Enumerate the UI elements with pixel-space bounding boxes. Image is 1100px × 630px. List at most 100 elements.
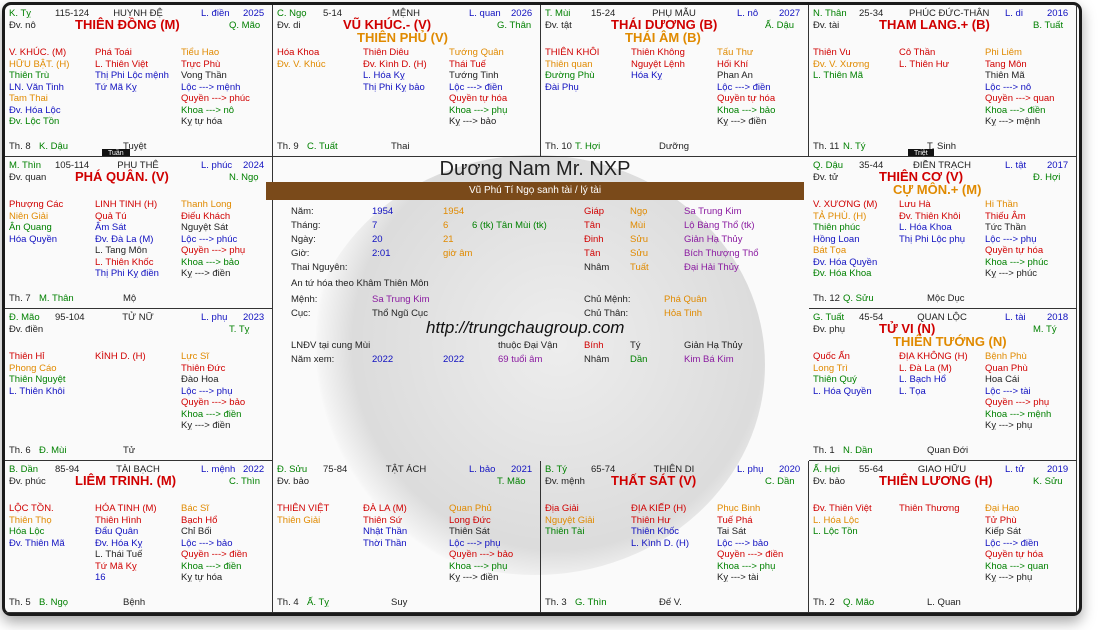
info-dv-can: Bính: [584, 340, 604, 351]
star-item: Kỵ tự hóa: [181, 572, 223, 583]
star-item: Hoa Cái: [985, 374, 1020, 385]
star-item: Đài Phụ: [545, 81, 579, 93]
star-item: Lộc ---> tài: [985, 385, 1031, 397]
star-item: Quyền ---> quan: [985, 93, 1055, 104]
palace-stage: Suy: [391, 597, 408, 608]
info-cell: Tháng:: [291, 220, 321, 231]
info-cell: Sa Trung Kim: [684, 206, 742, 217]
star-item: Lộc ---> điền: [985, 537, 1039, 549]
star-item: Lộc ---> phụ: [985, 233, 1037, 245]
palace-year-label: L. phúc: [201, 160, 233, 171]
star-item: Tiểu Hao: [181, 47, 220, 58]
star-item: Khoa ---> điền: [181, 408, 242, 420]
star-item: L. Hóa Lộc: [813, 514, 859, 526]
palace-dv2: Ấ. Dậu: [765, 20, 795, 31]
star-item: Kỵ ---> điền: [449, 572, 499, 583]
star-item: Nhật Thần: [363, 526, 408, 537]
palace-year: 2018: [1047, 312, 1069, 323]
star-item: Tướng Tinh: [449, 70, 499, 81]
info-cell: Bích Thượng Thổ: [684, 248, 759, 259]
palace-year-label: L. tử: [1005, 464, 1025, 475]
star-item: L. Thái Tuế: [95, 549, 143, 560]
star-item: Phượng Các: [9, 199, 64, 210]
palace-dv2: G. Thân: [497, 20, 532, 31]
star-item: Khoa ---> quan: [985, 560, 1049, 572]
star-item: Kỵ tự hóa: [181, 116, 223, 127]
info-cell: 21: [443, 234, 454, 245]
star-item: Thị Phi Kỵ bảo: [363, 81, 425, 93]
star-item: Quyền ---> phụ: [181, 245, 246, 256]
palace-dv: Đv. bảo: [277, 476, 310, 487]
star-item: Lộc ---> bảo: [717, 537, 769, 549]
palace-year: 2016: [1047, 8, 1069, 19]
info-cell: Sửu: [630, 248, 648, 259]
palace-foot-branch: Q. Sửu: [843, 293, 874, 304]
star-item: Đẩu Quân: [95, 526, 139, 537]
star-item: Thiên Nguyệt: [9, 374, 66, 385]
star-item: V. XƯƠNG (M): [813, 199, 878, 210]
palace-stage: Quan Đới: [927, 445, 969, 456]
star-item: Hồng Loan: [813, 233, 860, 245]
info-cuc: Thổ Ngũ Cục: [372, 308, 428, 319]
info-nx-can: Nhâm: [584, 354, 610, 365]
palace-name: TỬ NỮ: [122, 312, 154, 323]
star-item: LỘC TỒN.: [9, 503, 54, 514]
star-item: Thiên Thọ: [9, 514, 52, 526]
star-item: Quyền tự hóa: [449, 93, 508, 104]
star-item: Quyền tự hóa: [717, 93, 776, 104]
star-item: Lộc ---> nô: [985, 81, 1032, 93]
star-item: KÌNH D. (H): [95, 351, 146, 362]
chart-title: Dương Nam Mr. NXP: [439, 158, 631, 180]
palace-dv: Đv. phúc: [9, 476, 46, 487]
info-thai: Thai Nguyên:: [291, 262, 348, 273]
star-item: Thiên Không: [631, 47, 685, 58]
palace-thin: M. Thìn 105-114 PHU THÊ L. phúc 2024 Đv. quan…: [5, 157, 273, 309]
palace-year-label: L. mệnh: [201, 464, 236, 475]
palace-branch: B. Tý: [545, 464, 567, 475]
palace-suu: Đ. Sửu 75-84 TẬT ÁCH L. bảo 2021 Đv. bảo T. Mã…: [273, 461, 541, 613]
chart-subtitle-band: Vũ Phú Tí Ngọ sanh tài / lý tài: [266, 182, 804, 200]
info-thai-chi: Tuất: [630, 262, 649, 273]
info-cell: Sửu: [630, 234, 648, 245]
palace-stage: Mộc Dục: [927, 293, 965, 304]
star-item: Thị Phi Kỵ điền: [95, 268, 159, 279]
main-star: THIÊN LƯƠNG (H): [879, 473, 993, 488]
star-item: Quan Phủ: [449, 503, 492, 514]
star-item: Nguyệt Giải: [545, 514, 595, 526]
palace-dv: Đv. bảo: [813, 476, 846, 487]
star-item: Hi Thần: [985, 199, 1019, 210]
tuan-triet-tag: Triệt: [908, 149, 934, 156]
star-item: Kỵ ---> phụ: [985, 420, 1033, 431]
star-item: Quyền ---> bảo: [181, 397, 246, 408]
info-cell: 6 (tk) Tân Mùi (tk): [472, 220, 547, 231]
palace-dv: Đv. mệnh: [545, 476, 585, 487]
star-item: Nguyệt Lệnh: [631, 58, 685, 70]
star-item: Quả Tú: [95, 210, 127, 222]
palace-dv: Đv. phụ: [813, 324, 846, 335]
star-item: Kỵ ---> bảo: [449, 116, 497, 127]
palace-dv2: C. Thìn: [229, 476, 260, 487]
star-item: Đv. Hóa Quyền: [813, 256, 878, 268]
star-item: L. Thiên Khôi: [9, 385, 65, 397]
info-cell: 1954: [372, 206, 394, 217]
palace-branch: B. Dần: [9, 464, 39, 475]
star-item: Đv. Hóa Khoa: [813, 268, 872, 279]
palace-range: 75-84: [323, 464, 348, 475]
star-item: Đv. Thiên Khôi: [899, 210, 961, 222]
star-item: Thiên Vu: [813, 47, 851, 58]
star-item: Ân Quang: [9, 222, 52, 233]
website-url[interactable]: http://trungchaugroup.com: [426, 318, 624, 338]
palace-dan: B. Dần 85-94 TÀI BẠCH L. mệnh 2022 Đv. phúc C.…: [5, 461, 273, 613]
palace-foot-branch: Đ. Mùi: [39, 445, 67, 456]
star-item: LINH TINH (H): [95, 199, 158, 210]
info-cell: Giờ:: [291, 248, 310, 259]
palace-branch: K. Tỵ: [9, 8, 31, 19]
info-dv-nap: Giản Hạ Thủy: [684, 340, 743, 351]
star-item: Tang Môn: [985, 58, 1027, 70]
palace-dv2: C. Dần: [765, 476, 795, 487]
info-nx-chi: Dần: [630, 354, 648, 365]
star-item: LN. Văn Tinh: [9, 81, 64, 93]
palace-foot-branch: G. Thìn: [575, 597, 607, 608]
star-item: Thiên Hỉ: [9, 351, 45, 362]
star-item: Trực Phù: [181, 58, 221, 70]
